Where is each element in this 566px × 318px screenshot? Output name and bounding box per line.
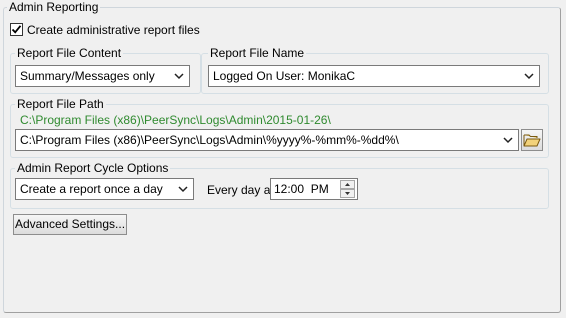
time-value: 12:00 PM [274,182,329,196]
time-picker[interactable]: 12:00 PM [270,178,358,200]
advanced-settings-button[interactable]: Advanced Settings... [13,214,127,235]
report-path-input[interactable]: C:\Program Files (x86)\PeerSync\Logs\Adm… [15,129,519,151]
report-path-value: C:\Program Files (x86)\PeerSync\Logs\Adm… [20,133,399,147]
cycle-options-select[interactable]: Create a report once a day [15,178,194,200]
chevron-down-icon [178,186,188,193]
time-spin-up-button[interactable] [340,180,355,189]
chevron-down-icon [524,73,534,80]
every-day-label: Every day at [207,183,274,197]
report-name-value: Logged On User: MonikaC [213,69,356,83]
create-report-files-checkbox[interactable] [10,23,23,36]
report-path-title: Report File Path [15,97,106,111]
report-name-title: Report File Name [208,46,307,60]
spin-down-icon [345,192,350,195]
time-spin-down-button[interactable] [340,189,355,198]
cycle-options-value: Create a report once a day [20,182,163,196]
create-report-files-label[interactable]: Create administrative report files [27,23,200,37]
resolved-path-text: C:\Program Files (x86)\PeerSync\Logs\Adm… [20,113,331,127]
chevron-down-icon [174,73,184,80]
browse-folder-button[interactable] [521,129,543,151]
spin-up-icon [345,183,350,186]
report-content-title: Report File Content [15,46,124,60]
report-name-select[interactable]: Logged On User: MonikaC [208,65,540,87]
chevron-down-icon [503,137,513,144]
report-content-value: Summary/Messages only [20,69,155,83]
admin-reporting-title: Admin Reporting [7,0,101,14]
report-content-select[interactable]: Summary/Messages only [15,65,190,87]
cycle-options-title: Admin Report Cycle Options [15,161,171,175]
check-icon [11,25,22,34]
folder-open-icon [523,134,541,147]
